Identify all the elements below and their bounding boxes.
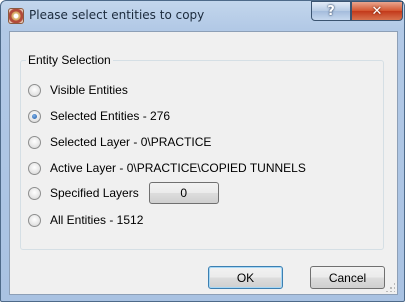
group-label: Entity Selection [26, 53, 113, 67]
radio-selected-entities[interactable]: Selected Entities - 276 [28, 108, 170, 124]
resize-grip-icon[interactable] [385, 282, 395, 292]
help-button[interactable]: ? [311, 1, 351, 21]
window-title: Please select entities to copy [29, 8, 205, 22]
close-icon: ✕ [371, 3, 383, 19]
radio-button[interactable] [28, 186, 41, 200]
radio-label: All Entities - 1512 [50, 213, 144, 227]
ok-button[interactable]: OK [208, 266, 283, 289]
radio-label: Active Layer - 0\PRACTICE\COPIED TUNNELS [50, 161, 306, 175]
radio-button[interactable] [28, 135, 41, 149]
dialog-window: Please select entities to copy ? ✕ Entit… [0, 0, 405, 302]
radio-all-entities[interactable]: All Entities - 1512 [28, 212, 143, 228]
radio-specified-layers[interactable]: Specified Layers 0 [28, 182, 219, 204]
radio-label: Visible Entities [50, 83, 128, 97]
ok-label: OK [236, 270, 255, 285]
radio-button-checked[interactable] [28, 109, 41, 123]
radio-selected-layer[interactable]: Selected Layer - 0\PRACTICE [28, 134, 211, 150]
radio-button[interactable] [28, 213, 41, 227]
close-button[interactable]: ✕ [351, 1, 403, 21]
app-icon [8, 8, 24, 24]
radio-label: Selected Entities - 276 [50, 109, 171, 123]
radio-button[interactable] [28, 83, 41, 97]
dialog-body: Entity Selection Visible Entities Select… [9, 31, 398, 295]
radio-label: Specified Layers [50, 186, 139, 200]
cancel-button[interactable]: Cancel [310, 266, 385, 289]
radio-visible-entities[interactable]: Visible Entities [28, 82, 128, 98]
help-icon: ? [327, 3, 335, 19]
radio-active-layer[interactable]: Active Layer - 0\PRACTICE\COPIED TUNNELS [28, 160, 306, 176]
radio-label: Selected Layer - 0\PRACTICE [50, 135, 212, 149]
specified-layers-value: 0 [180, 186, 188, 200]
title-bar[interactable]: Please select entities to copy ? ✕ [1, 1, 404, 31]
specified-layers-button[interactable]: 0 [148, 182, 219, 204]
radio-button[interactable] [28, 161, 41, 175]
cancel-label: Cancel [328, 270, 367, 285]
